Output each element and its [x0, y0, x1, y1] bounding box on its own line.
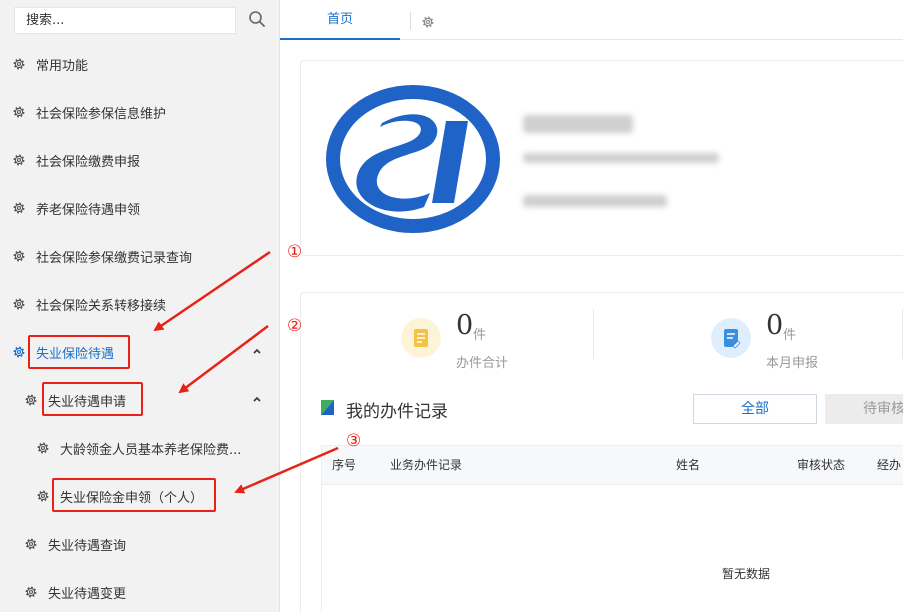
- section-flag-icon: [321, 400, 334, 415]
- column-header: 审核状态: [797, 458, 846, 472]
- sidebar: 常用功能 社会保险参保信息维护 社会保险缴费申报 养老保险待遇申领 社会保险参保…: [0, 0, 280, 612]
- chevron-up-icon[interactable]: [252, 346, 262, 356]
- sidebar-item-payment-record-query[interactable]: 社会保险参保缴费记录查询: [0, 236, 280, 276]
- annotation-number: ②: [287, 316, 303, 336]
- sidebar-item-label: 大龄领金人员基本养老保险费...: [60, 442, 242, 458]
- profile-card: [300, 60, 903, 256]
- chevron-up-icon[interactable]: [252, 394, 262, 404]
- tab-bar: 首页: [280, 0, 903, 40]
- sidebar-item-unemployment-change[interactable]: 失业待遇变更: [0, 572, 280, 612]
- sidebar-item-label: 失业待遇变更: [48, 586, 127, 602]
- gear-icon: [24, 585, 38, 599]
- gear-icon: [12, 297, 26, 311]
- stat-divider: [593, 309, 594, 359]
- sidebar-item-pension-claim[interactable]: 养老保险待遇申领: [0, 188, 280, 228]
- records-table-body: [321, 485, 903, 612]
- search-icon[interactable]: [248, 10, 266, 28]
- stat-month-label: 本月申报: [766, 356, 819, 371]
- sidebar-item-label: 失业待遇查询: [48, 538, 127, 554]
- filter-all-button[interactable]: 全部: [693, 394, 817, 424]
- sidebar-item-relation-transfer[interactable]: 社会保险关系转移接续: [0, 284, 280, 324]
- document-icon: [401, 318, 441, 358]
- highlight-box-2: [42, 382, 143, 416]
- column-header: 业务办件记录: [390, 458, 463, 472]
- column-header: 姓名: [676, 458, 701, 472]
- user-info-blurred: [523, 195, 667, 207]
- search-input[interactable]: [15, 8, 235, 33]
- tab-home[interactable]: 首页: [280, 0, 400, 40]
- social-insurance-logo: [326, 85, 500, 233]
- stat-total-value: 0: [456, 310, 474, 341]
- sidebar-item-label: 社会保险关系转移接续: [36, 298, 167, 314]
- column-header: 序号: [332, 458, 357, 472]
- sidebar-item-label: 养老保险待遇申领: [36, 202, 141, 218]
- annotation-number: ①: [287, 242, 303, 262]
- gear-icon: [12, 57, 26, 71]
- gear-icon: [24, 537, 38, 551]
- sidebar-item-unemployment-query[interactable]: 失业待遇查询: [0, 524, 280, 564]
- gear-icon: [12, 105, 26, 119]
- gear-icon: [24, 393, 38, 407]
- stat-month-value: 0: [766, 310, 784, 341]
- filter-pending-button[interactable]: 待审核: [825, 394, 903, 424]
- gear-icon: [12, 201, 26, 215]
- gear-icon: [12, 249, 26, 263]
- gear-icon: [36, 441, 50, 455]
- annotation-number: ③: [346, 431, 362, 451]
- sidebar-item-label: 社会保险参保信息维护: [36, 106, 167, 122]
- stat-total-unit: 件: [473, 328, 487, 343]
- highlight-box-1: [28, 335, 130, 369]
- user-id-blurred: [523, 153, 719, 163]
- sidebar-item-contribution-declaration[interactable]: 社会保险缴费申报: [0, 140, 280, 180]
- sidebar-item-label: 社会保险缴费申报: [36, 154, 141, 170]
- sidebar-item-label: 社会保险参保缴费记录查询: [36, 250, 193, 266]
- gear-icon: [12, 153, 26, 167]
- empty-state-text: 暂无数据: [722, 567, 771, 581]
- stats-card: 0 件 办件合计 0 件 本月申报 我的办件记录 全部 待审核 序号 业务办件记…: [300, 292, 903, 612]
- user-name-blurred: [523, 115, 633, 133]
- sidebar-item-elderly-pension-fee[interactable]: 大龄领金人员基本养老保险费...: [0, 428, 280, 468]
- gear-icon: [36, 489, 50, 503]
- sidebar-item-insurance-info[interactable]: 社会保险参保信息维护: [0, 92, 280, 132]
- stat-total-label: 办件合计: [456, 356, 509, 371]
- highlight-box-3: [52, 478, 216, 512]
- records-title: 我的办件记录: [346, 402, 448, 422]
- column-header: 经办: [877, 458, 902, 472]
- edit-document-icon: [711, 318, 751, 358]
- gear-icon[interactable]: [421, 15, 435, 29]
- app-window: 常用功能 社会保险参保信息维护 社会保险缴费申报 养老保险待遇申领 社会保险参保…: [0, 0, 903, 612]
- main-content: 首页 0 件 办件合计 0 件 本月申报 我的办件记录 全部 待审核 序号 业务…: [280, 0, 903, 612]
- search-box[interactable]: [14, 7, 236, 34]
- gear-icon: [12, 345, 26, 359]
- tab-divider: [410, 12, 411, 30]
- sidebar-item-common-functions[interactable]: 常用功能: [0, 44, 280, 84]
- records-table-header: 序号 业务办件记录 姓名 审核状态 经办: [321, 445, 903, 485]
- stat-month-unit: 件: [783, 328, 797, 343]
- sidebar-item-label: 常用功能: [36, 58, 89, 74]
